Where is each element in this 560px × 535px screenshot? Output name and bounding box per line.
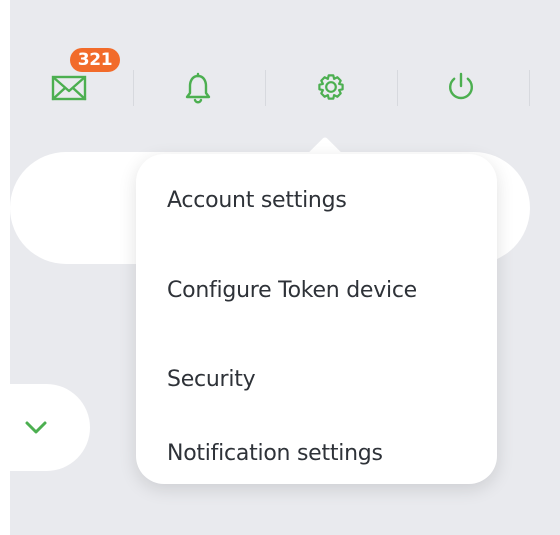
logout-button[interactable] (440, 66, 482, 108)
settings-dropdown: Account settings Configure Token device … (136, 154, 497, 484)
separator (529, 70, 530, 106)
settings-button[interactable] (310, 66, 352, 108)
notifications-button[interactable] (177, 67, 219, 109)
bell-icon (185, 72, 211, 104)
check-icon[interactable] (23, 415, 49, 441)
account-settings-menu-item[interactable]: Account settings (136, 168, 497, 232)
security-menu-item[interactable]: Security (136, 347, 497, 411)
screen: 321 Account settings Configure Token dev… (0, 0, 560, 535)
mail-button[interactable] (46, 69, 92, 107)
notification-settings-menu-item[interactable]: Notification settings (136, 436, 497, 484)
power-icon (449, 72, 473, 100)
mail-badge: 321 (70, 48, 120, 72)
separator (397, 70, 398, 106)
mail-icon (51, 75, 87, 101)
separator (133, 70, 134, 106)
configure-token-device-menu-item[interactable]: Configure Token device (136, 258, 497, 322)
separator (265, 70, 266, 106)
gear-icon (318, 74, 344, 100)
